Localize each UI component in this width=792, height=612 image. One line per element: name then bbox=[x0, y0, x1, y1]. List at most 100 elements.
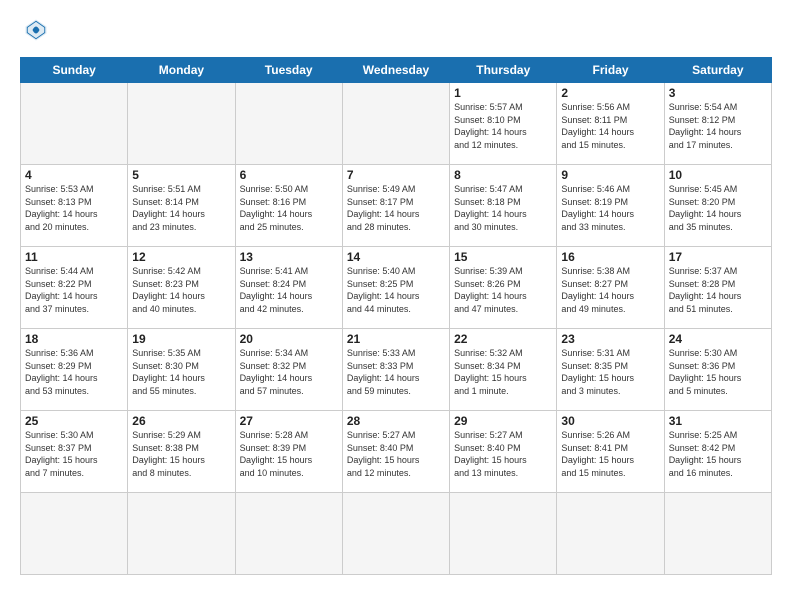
calendar-cell: 14Sunrise: 5:40 AM Sunset: 8:25 PM Dayli… bbox=[342, 247, 449, 329]
calendar-cell: 9Sunrise: 5:46 AM Sunset: 8:19 PM Daylig… bbox=[557, 165, 664, 247]
day-info: Sunrise: 5:56 AM Sunset: 8:11 PM Dayligh… bbox=[561, 101, 659, 151]
calendar-cell bbox=[664, 493, 771, 575]
day-number: 15 bbox=[454, 250, 552, 264]
calendar-cell: 7Sunrise: 5:49 AM Sunset: 8:17 PM Daylig… bbox=[342, 165, 449, 247]
day-info: Sunrise: 5:34 AM Sunset: 8:32 PM Dayligh… bbox=[240, 347, 338, 397]
calendar-cell: 16Sunrise: 5:38 AM Sunset: 8:27 PM Dayli… bbox=[557, 247, 664, 329]
day-info: Sunrise: 5:47 AM Sunset: 8:18 PM Dayligh… bbox=[454, 183, 552, 233]
logo-icon bbox=[22, 16, 50, 44]
day-number: 16 bbox=[561, 250, 659, 264]
calendar-row: 11Sunrise: 5:44 AM Sunset: 8:22 PM Dayli… bbox=[21, 247, 772, 329]
day-number: 31 bbox=[669, 414, 767, 428]
day-info: Sunrise: 5:35 AM Sunset: 8:30 PM Dayligh… bbox=[132, 347, 230, 397]
calendar-cell bbox=[21, 493, 128, 575]
day-number: 3 bbox=[669, 86, 767, 100]
calendar-cell bbox=[128, 493, 235, 575]
calendar-cell bbox=[342, 493, 449, 575]
calendar-header-row: SundayMondayTuesdayWednesdayThursdayFrid… bbox=[21, 58, 772, 83]
calendar-cell: 20Sunrise: 5:34 AM Sunset: 8:32 PM Dayli… bbox=[235, 329, 342, 411]
day-number: 12 bbox=[132, 250, 230, 264]
calendar-cell: 25Sunrise: 5:30 AM Sunset: 8:37 PM Dayli… bbox=[21, 411, 128, 493]
weekday-header: Thursday bbox=[450, 58, 557, 83]
page-header bbox=[20, 16, 772, 49]
day-info: Sunrise: 5:33 AM Sunset: 8:33 PM Dayligh… bbox=[347, 347, 445, 397]
calendar-cell: 1Sunrise: 5:57 AM Sunset: 8:10 PM Daylig… bbox=[450, 83, 557, 165]
calendar-cell: 27Sunrise: 5:28 AM Sunset: 8:39 PM Dayli… bbox=[235, 411, 342, 493]
day-number: 1 bbox=[454, 86, 552, 100]
day-info: Sunrise: 5:42 AM Sunset: 8:23 PM Dayligh… bbox=[132, 265, 230, 315]
calendar-cell: 29Sunrise: 5:27 AM Sunset: 8:40 PM Dayli… bbox=[450, 411, 557, 493]
calendar-cell: 30Sunrise: 5:26 AM Sunset: 8:41 PM Dayli… bbox=[557, 411, 664, 493]
day-number: 8 bbox=[454, 168, 552, 182]
day-info: Sunrise: 5:45 AM Sunset: 8:20 PM Dayligh… bbox=[669, 183, 767, 233]
day-number: 7 bbox=[347, 168, 445, 182]
day-number: 4 bbox=[25, 168, 123, 182]
calendar-cell: 28Sunrise: 5:27 AM Sunset: 8:40 PM Dayli… bbox=[342, 411, 449, 493]
day-info: Sunrise: 5:30 AM Sunset: 8:36 PM Dayligh… bbox=[669, 347, 767, 397]
day-number: 5 bbox=[132, 168, 230, 182]
day-info: Sunrise: 5:25 AM Sunset: 8:42 PM Dayligh… bbox=[669, 429, 767, 479]
calendar-cell bbox=[235, 493, 342, 575]
calendar-cell bbox=[21, 83, 128, 165]
calendar-row bbox=[21, 493, 772, 575]
calendar-row: 18Sunrise: 5:36 AM Sunset: 8:29 PM Dayli… bbox=[21, 329, 772, 411]
weekday-header: Wednesday bbox=[342, 58, 449, 83]
weekday-header: Tuesday bbox=[235, 58, 342, 83]
day-info: Sunrise: 5:37 AM Sunset: 8:28 PM Dayligh… bbox=[669, 265, 767, 315]
day-number: 22 bbox=[454, 332, 552, 346]
day-number: 14 bbox=[347, 250, 445, 264]
day-info: Sunrise: 5:27 AM Sunset: 8:40 PM Dayligh… bbox=[347, 429, 445, 479]
calendar-cell: 6Sunrise: 5:50 AM Sunset: 8:16 PM Daylig… bbox=[235, 165, 342, 247]
calendar-cell: 17Sunrise: 5:37 AM Sunset: 8:28 PM Dayli… bbox=[664, 247, 771, 329]
calendar-cell: 10Sunrise: 5:45 AM Sunset: 8:20 PM Dayli… bbox=[664, 165, 771, 247]
day-number: 10 bbox=[669, 168, 767, 182]
day-number: 20 bbox=[240, 332, 338, 346]
day-info: Sunrise: 5:40 AM Sunset: 8:25 PM Dayligh… bbox=[347, 265, 445, 315]
day-info: Sunrise: 5:46 AM Sunset: 8:19 PM Dayligh… bbox=[561, 183, 659, 233]
calendar-cell: 24Sunrise: 5:30 AM Sunset: 8:36 PM Dayli… bbox=[664, 329, 771, 411]
day-number: 23 bbox=[561, 332, 659, 346]
day-number: 11 bbox=[25, 250, 123, 264]
calendar-cell: 2Sunrise: 5:56 AM Sunset: 8:11 PM Daylig… bbox=[557, 83, 664, 165]
day-number: 28 bbox=[347, 414, 445, 428]
day-number: 6 bbox=[240, 168, 338, 182]
calendar-cell: 15Sunrise: 5:39 AM Sunset: 8:26 PM Dayli… bbox=[450, 247, 557, 329]
calendar-cell: 4Sunrise: 5:53 AM Sunset: 8:13 PM Daylig… bbox=[21, 165, 128, 247]
day-info: Sunrise: 5:53 AM Sunset: 8:13 PM Dayligh… bbox=[25, 183, 123, 233]
calendar-row: 25Sunrise: 5:30 AM Sunset: 8:37 PM Dayli… bbox=[21, 411, 772, 493]
day-info: Sunrise: 5:31 AM Sunset: 8:35 PM Dayligh… bbox=[561, 347, 659, 397]
calendar-cell: 18Sunrise: 5:36 AM Sunset: 8:29 PM Dayli… bbox=[21, 329, 128, 411]
calendar-row: 1Sunrise: 5:57 AM Sunset: 8:10 PM Daylig… bbox=[21, 83, 772, 165]
day-info: Sunrise: 5:49 AM Sunset: 8:17 PM Dayligh… bbox=[347, 183, 445, 233]
day-info: Sunrise: 5:29 AM Sunset: 8:38 PM Dayligh… bbox=[132, 429, 230, 479]
day-number: 29 bbox=[454, 414, 552, 428]
day-number: 30 bbox=[561, 414, 659, 428]
calendar-table: SundayMondayTuesdayWednesdayThursdayFrid… bbox=[20, 57, 772, 575]
day-info: Sunrise: 5:36 AM Sunset: 8:29 PM Dayligh… bbox=[25, 347, 123, 397]
day-number: 25 bbox=[25, 414, 123, 428]
day-number: 13 bbox=[240, 250, 338, 264]
day-number: 18 bbox=[25, 332, 123, 346]
day-info: Sunrise: 5:54 AM Sunset: 8:12 PM Dayligh… bbox=[669, 101, 767, 151]
calendar-cell: 23Sunrise: 5:31 AM Sunset: 8:35 PM Dayli… bbox=[557, 329, 664, 411]
day-info: Sunrise: 5:32 AM Sunset: 8:34 PM Dayligh… bbox=[454, 347, 552, 397]
day-info: Sunrise: 5:50 AM Sunset: 8:16 PM Dayligh… bbox=[240, 183, 338, 233]
calendar-cell: 8Sunrise: 5:47 AM Sunset: 8:18 PM Daylig… bbox=[450, 165, 557, 247]
calendar-cell bbox=[557, 493, 664, 575]
calendar-cell bbox=[235, 83, 342, 165]
calendar-body: 1Sunrise: 5:57 AM Sunset: 8:10 PM Daylig… bbox=[21, 83, 772, 575]
day-info: Sunrise: 5:28 AM Sunset: 8:39 PM Dayligh… bbox=[240, 429, 338, 479]
calendar-cell: 13Sunrise: 5:41 AM Sunset: 8:24 PM Dayli… bbox=[235, 247, 342, 329]
day-number: 24 bbox=[669, 332, 767, 346]
day-info: Sunrise: 5:30 AM Sunset: 8:37 PM Dayligh… bbox=[25, 429, 123, 479]
calendar-cell: 3Sunrise: 5:54 AM Sunset: 8:12 PM Daylig… bbox=[664, 83, 771, 165]
calendar-cell bbox=[342, 83, 449, 165]
calendar-row: 4Sunrise: 5:53 AM Sunset: 8:13 PM Daylig… bbox=[21, 165, 772, 247]
day-info: Sunrise: 5:39 AM Sunset: 8:26 PM Dayligh… bbox=[454, 265, 552, 315]
day-info: Sunrise: 5:27 AM Sunset: 8:40 PM Dayligh… bbox=[454, 429, 552, 479]
calendar-cell: 5Sunrise: 5:51 AM Sunset: 8:14 PM Daylig… bbox=[128, 165, 235, 247]
day-info: Sunrise: 5:44 AM Sunset: 8:22 PM Dayligh… bbox=[25, 265, 123, 315]
calendar-cell: 19Sunrise: 5:35 AM Sunset: 8:30 PM Dayli… bbox=[128, 329, 235, 411]
calendar-cell: 12Sunrise: 5:42 AM Sunset: 8:23 PM Dayli… bbox=[128, 247, 235, 329]
weekday-header: Monday bbox=[128, 58, 235, 83]
